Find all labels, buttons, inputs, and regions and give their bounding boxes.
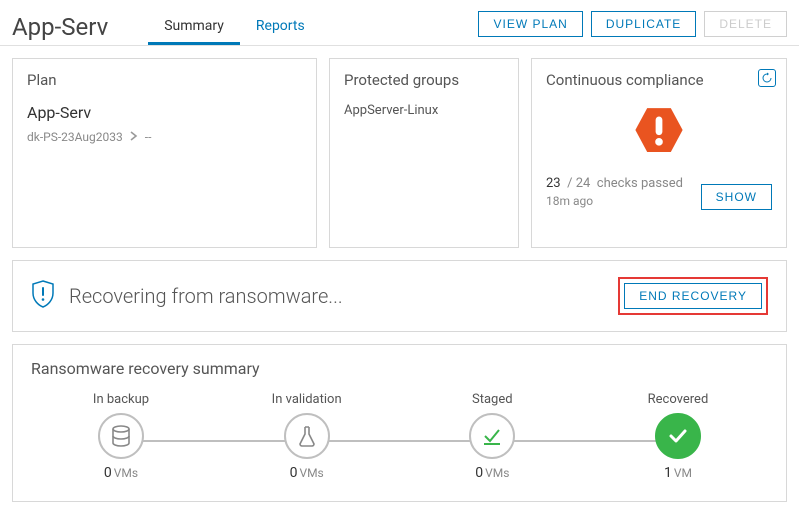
stage-backup-label: In backup bbox=[93, 392, 149, 407]
stage-staged-count: 0VMs bbox=[475, 465, 509, 481]
compliance-ago: 18m ago bbox=[546, 193, 683, 210]
recovery-banner-wrap: Recovering from ransomware... END RECOVE… bbox=[0, 260, 799, 344]
stage-staged-unit: VMs bbox=[485, 466, 509, 480]
stage-recovered-num: 1 bbox=[664, 465, 672, 481]
alert-hexagon-icon bbox=[546, 103, 772, 157]
stage-validation-label: In validation bbox=[272, 392, 342, 407]
shield-alert-icon bbox=[31, 280, 55, 312]
page-header: App-Serv Summary Reports VIEW PLAN DUPLI… bbox=[0, 0, 799, 46]
check-circle-icon bbox=[655, 413, 701, 459]
page-title: App-Serv bbox=[12, 13, 108, 41]
stage-recovered-count: 1VM bbox=[664, 465, 692, 481]
show-button[interactable]: SHOW bbox=[701, 184, 772, 210]
refresh-icon[interactable] bbox=[758, 69, 776, 87]
plan-card: Plan App-Serv dk-PS-23Aug2033 -- bbox=[12, 58, 317, 248]
compliance-title: Continuous compliance bbox=[546, 71, 772, 89]
recovery-summary-card: Ransomware recovery summary In backup 0V… bbox=[12, 344, 787, 502]
checks-total: 24 bbox=[576, 176, 591, 191]
stage-recovered-label: Recovered bbox=[648, 392, 709, 407]
stage-recovered-unit: VM bbox=[674, 466, 692, 480]
stage-backup-num: 0 bbox=[104, 465, 112, 481]
protected-groups-card: Protected groups AppServer-Linux bbox=[329, 58, 519, 248]
compliance-footer: 23 / 24 checks passed 18m ago SHOW bbox=[546, 175, 772, 210]
recovery-banner: Recovering from ransomware... END RECOVE… bbox=[12, 260, 787, 332]
banner-text: Recovering from ransomware... bbox=[69, 284, 343, 308]
stage-validation-num: 0 bbox=[290, 465, 298, 481]
stage-staged-num: 0 bbox=[475, 465, 483, 481]
arrow-right-icon bbox=[129, 130, 139, 144]
stage-staged-label: Staged bbox=[472, 392, 513, 407]
tabs: Summary Reports bbox=[148, 8, 478, 45]
tab-reports[interactable]: Reports bbox=[240, 8, 321, 45]
recovery-summary-title: Ransomware recovery summary bbox=[31, 359, 768, 378]
protected-group-item: AppServer-Linux bbox=[344, 103, 504, 118]
recovery-summary-wrap: Ransomware recovery summary In backup 0V… bbox=[0, 344, 799, 514]
plan-path-source: dk-PS-23Aug2033 bbox=[27, 130, 123, 144]
end-recovery-highlight: END RECOVERY bbox=[618, 277, 768, 315]
protected-groups-title: Protected groups bbox=[344, 71, 504, 89]
plan-path-target: -- bbox=[145, 130, 152, 144]
stage-staged: Staged 0VMs bbox=[432, 392, 552, 481]
compliance-card: Continuous compliance 23 / 24 checks pas… bbox=[531, 58, 787, 248]
database-icon bbox=[98, 413, 144, 459]
stage-backup: In backup 0VMs bbox=[61, 392, 181, 481]
stage-backup-count: 0VMs bbox=[104, 465, 138, 481]
checks-suffix: checks passed bbox=[597, 176, 683, 191]
header-actions: VIEW PLAN DUPLICATE DELETE bbox=[478, 11, 787, 37]
compliance-stats: 23 / 24 checks passed 18m ago bbox=[546, 175, 683, 210]
stage-connector-line bbox=[121, 440, 678, 442]
stage-validation-unit: VMs bbox=[299, 466, 323, 480]
plan-path: dk-PS-23Aug2033 -- bbox=[27, 130, 302, 144]
stage-recovered: Recovered 1VM bbox=[618, 392, 738, 481]
stage-validation: In validation 0VMs bbox=[247, 392, 367, 481]
tab-summary[interactable]: Summary bbox=[148, 8, 240, 45]
checks-passed: 23 bbox=[546, 176, 561, 191]
flask-icon bbox=[284, 413, 330, 459]
recovery-stages: In backup 0VMs In validation 0VMs Staged bbox=[31, 392, 768, 481]
check-underline-icon bbox=[469, 413, 515, 459]
plan-name: App-Serv bbox=[27, 103, 302, 122]
end-recovery-button[interactable]: END RECOVERY bbox=[624, 283, 762, 309]
delete-button: DELETE bbox=[704, 11, 787, 37]
view-plan-button[interactable]: VIEW PLAN bbox=[478, 11, 582, 37]
stage-validation-count: 0VMs bbox=[290, 465, 324, 481]
cards-row: Plan App-Serv dk-PS-23Aug2033 -- Protect… bbox=[0, 46, 799, 260]
stage-backup-unit: VMs bbox=[114, 466, 138, 480]
banner-left: Recovering from ransomware... bbox=[31, 280, 343, 312]
duplicate-button[interactable]: DUPLICATE bbox=[591, 11, 696, 37]
plan-card-title: Plan bbox=[27, 71, 302, 89]
